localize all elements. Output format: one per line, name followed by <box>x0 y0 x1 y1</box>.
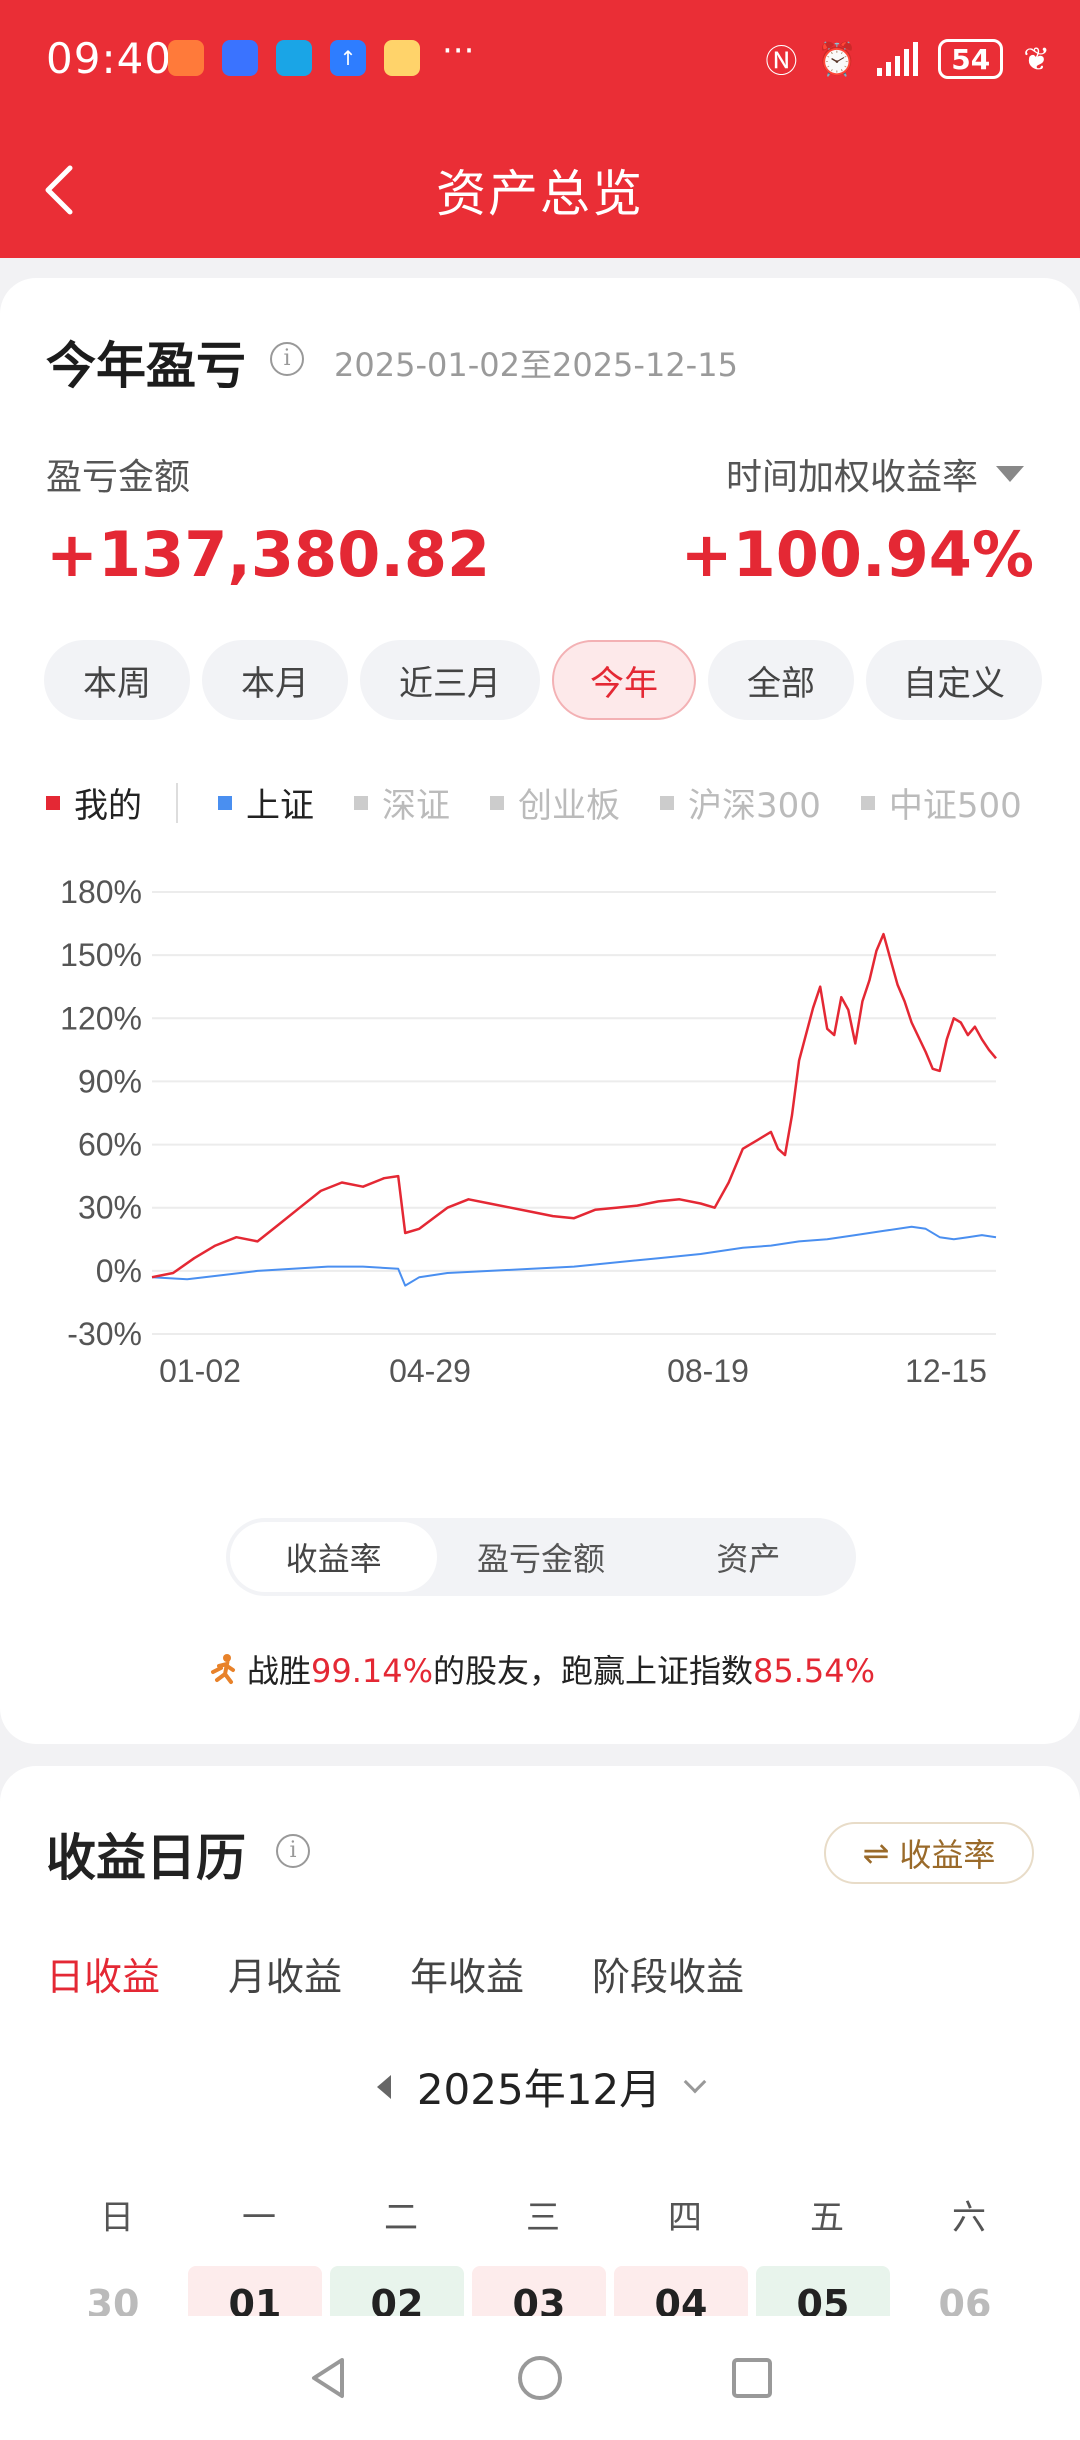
y-tick-label: 90% <box>78 1063 142 1099</box>
blue-app-icon <box>222 40 258 76</box>
y-tick-label: 180% <box>60 874 142 910</box>
red-app-icon <box>168 40 204 76</box>
switch-label: 收益率 <box>899 1836 996 1874</box>
top-header: 09:40 ↑ ··· Ⓝ ⏰ 54 ❦ 资产总览 <box>0 0 1080 258</box>
notification-icons: ↑ ··· <box>168 31 475 76</box>
period-custom[interactable]: 自定义 <box>866 640 1042 720</box>
legend-label: 深证 <box>382 786 450 826</box>
tab-daily[interactable]: 日收益 <box>46 1946 160 2001</box>
beat-text-2: 的股友，跑赢上证指数 <box>433 1652 754 1690</box>
pl-summary-card: 今年盈亏 i 2025-01-02至2025-12-15 盈亏金额 时间加权收益… <box>0 278 1080 1744</box>
period-all[interactable]: 全部 <box>708 640 854 720</box>
weekday: 三 <box>526 2198 560 2238</box>
metric-tab-pl[interactable]: 盈亏金额 <box>437 1522 644 1592</box>
chevron-down-icon[interactable] <box>683 2070 707 2093</box>
tab-monthly[interactable]: 月收益 <box>228 1946 342 2001</box>
prev-month-icon[interactable] <box>376 2074 391 2099</box>
period-3months[interactable]: 近三月 <box>360 640 540 720</box>
system-icons: Ⓝ ⏰ 54 ❦ <box>765 36 1050 82</box>
nfc-icon: Ⓝ <box>765 42 798 80</box>
legend-label: 我的 <box>74 786 142 826</box>
y-tick-label: 150% <box>60 937 142 973</box>
weather-app-icon <box>384 40 420 76</box>
period-year[interactable]: 今年 <box>552 640 696 720</box>
info-icon[interactable]: i <box>270 342 304 376</box>
period-month[interactable]: 本月 <box>202 640 348 720</box>
beat-text-1: 战胜 <box>246 1652 311 1690</box>
pl-value: +137,380.82 <box>46 518 491 591</box>
weekday: 二 <box>384 2198 418 2238</box>
metric-tab-assets[interactable]: 资产 <box>645 1522 852 1592</box>
swap-icon: ⇌ <box>862 1834 890 1872</box>
legend-label: 上证 <box>246 786 314 826</box>
legend-zz500[interactable]: 中证500 <box>860 778 1022 827</box>
beat-index-pct: 85.54% <box>753 1652 876 1690</box>
legend-mine[interactable]: 我的 <box>46 778 142 827</box>
x-tick-label: 12-15 <box>905 1353 987 1382</box>
page-title: 资产总览 <box>436 165 644 223</box>
weekday: 日 <box>100 2198 134 2238</box>
y-tick-label: -30% <box>67 1316 142 1352</box>
home-nav-icon[interactable] <box>514 2352 566 2404</box>
twr-selector[interactable]: 时间加权收益率 <box>726 448 1024 500</box>
leaf-icon: ❦ <box>1023 40 1050 78</box>
twr-value: +100.94% <box>680 518 1034 591</box>
y-tick-label: 0% <box>96 1253 142 1289</box>
legend-shanghai[interactable]: 上证 <box>218 778 314 827</box>
y-tick-label: 120% <box>60 1000 142 1036</box>
calendar-title: 收益日历 <box>46 1829 246 1887</box>
weekday: 五 <box>810 2198 844 2238</box>
teal-app-icon <box>276 40 312 76</box>
beat-peer-pct: 99.14% <box>310 1652 433 1690</box>
section-title: 今年盈亏 <box>46 337 246 395</box>
runner-icon <box>210 1654 235 1684</box>
status-time: 09:40 <box>46 34 173 83</box>
legend-label: 创业板 <box>518 786 620 826</box>
metric-tab-return[interactable]: 收益率 <box>230 1522 438 1592</box>
period-selector: 本周 本月 近三月 今年 全部 自定义 <box>44 640 1042 720</box>
info-icon[interactable]: i <box>276 1834 310 1868</box>
legend-divider <box>176 782 178 823</box>
beat-summary: 战胜99.14%的股友，跑赢上证指数85.54% <box>0 1646 1080 1692</box>
series-line-mine <box>151 932 997 1279</box>
tab-yearly[interactable]: 年收益 <box>410 1946 524 2001</box>
returns-line-chart[interactable]: 180% 150% 120% 90% 60% 30% 0% -30% 01-02 04-29 08-… <box>0 862 1080 1382</box>
series-line-shanghai <box>151 1225 997 1287</box>
alarm-icon: ⏰ <box>817 40 858 78</box>
dropdown-caret-icon <box>996 466 1024 482</box>
legend-hs300[interactable]: 沪深300 <box>660 778 821 827</box>
legend-label: 沪深300 <box>688 786 821 826</box>
metric-segment-control: 收益率 盈亏金额 资产 <box>226 1518 856 1596</box>
system-nav-bar <box>0 2316 1080 2440</box>
x-tick-label: 04-29 <box>389 1353 471 1382</box>
month-selector: 2025年12月 <box>0 2056 1080 2117</box>
weekday: 一 <box>242 2198 276 2238</box>
month-label[interactable]: 2025年12月 <box>417 2056 661 2117</box>
x-tick-label: 01-02 <box>159 1353 241 1382</box>
tab-period[interactable]: 阶段收益 <box>592 1946 744 2001</box>
y-tick-label: 60% <box>78 1127 142 1163</box>
more-notifications-icon: ··· <box>442 31 475 71</box>
chart-legend: 我的 上证 深证 创业板 沪深300 中证500 <box>46 778 1022 827</box>
weekday-header: 日 一 二 三 四 五 六 <box>46 2190 1054 2239</box>
legend-shenzhen[interactable]: 深证 <box>354 778 450 827</box>
twr-label: 时间加权收益率 <box>725 457 978 498</box>
battery-icon: 54 <box>938 39 1004 79</box>
y-tick-label: 30% <box>78 1190 142 1226</box>
legend-label: 中证500 <box>888 786 1022 826</box>
recents-nav-icon[interactable] <box>726 2352 778 2404</box>
weekday: 四 <box>668 2198 702 2238</box>
period-week[interactable]: 本周 <box>44 640 190 720</box>
date-range: 2025-01-02至2025-12-15 <box>334 346 738 384</box>
status-bar: 09:40 ↑ ··· Ⓝ ⏰ 54 ❦ <box>0 0 1080 118</box>
pl-label: 盈亏金额 <box>46 457 191 498</box>
legend-chinext[interactable]: 创业板 <box>490 778 620 827</box>
calendar-tabs: 日收益 月收益 年收益 阶段收益 <box>46 1946 744 2001</box>
upload-app-icon: ↑ <box>330 40 366 76</box>
signal-icon <box>877 42 919 76</box>
back-nav-icon[interactable] <box>302 2352 354 2404</box>
switch-metric-button[interactable]: ⇌ 收益率 <box>824 1822 1034 1884</box>
x-tick-label: 08-19 <box>667 1353 749 1382</box>
weekday: 六 <box>952 2198 986 2238</box>
